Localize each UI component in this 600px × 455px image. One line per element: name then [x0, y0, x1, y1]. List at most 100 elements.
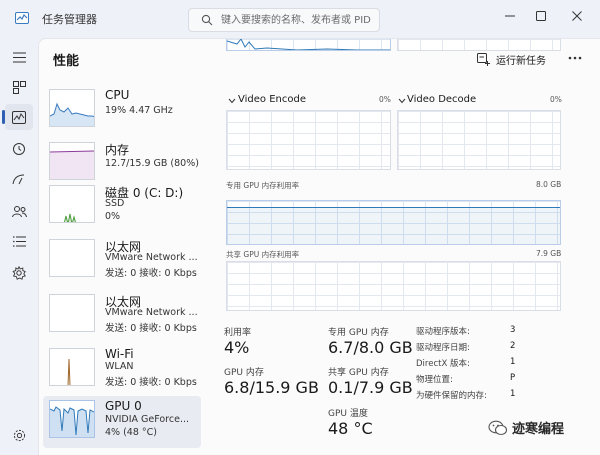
nav-performance[interactable] — [2, 104, 33, 130]
physical-location-value: P — [510, 373, 516, 383]
device-cpu[interactable]: CPU 19% 4.47 GHz — [43, 85, 201, 137]
device-throughput: 发送: 0 接收: 0 Kbps — [105, 377, 197, 388]
maximize-icon — [536, 11, 546, 21]
app-history-icon — [13, 143, 25, 155]
more-options-button[interactable] — [565, 49, 585, 67]
device-name: GPU 0 — [105, 399, 142, 413]
dedicated-memory-graph-label: 专用 GPU 内存利用率 — [226, 181, 300, 190]
device-gpu[interactable]: GPU 0 NVIDIA GeForce... 4% (48 °C) — [43, 396, 201, 448]
nav-app-history[interactable] — [5, 136, 33, 162]
device-detail: 12.7/15.9 GB (80%) — [105, 158, 199, 169]
dedicated-memory-label: 专用 GPU 内存 — [328, 328, 389, 338]
device-usage: 4% (48 °C) — [105, 427, 157, 438]
run-task-icon — [477, 52, 490, 66]
device-detail: SSD — [105, 198, 125, 209]
services-icon — [12, 266, 26, 280]
more-icon — [568, 56, 582, 60]
nav-processes[interactable] — [5, 74, 33, 100]
nav-details[interactable] — [5, 228, 33, 254]
shared-memory-value: 0.1/7.9 GB — [328, 378, 413, 397]
device-name: 内存 — [105, 143, 130, 157]
nav-services[interactable] — [5, 260, 33, 286]
physical-location-label: 物理位置: — [416, 375, 453, 385]
device-detail: WLAN — [105, 361, 134, 372]
wifi-thumbnail-graph — [49, 348, 95, 386]
device-name: CPU — [105, 88, 130, 102]
nav-menu-button[interactable] — [5, 44, 33, 70]
gpu-temperature-value: 48 °C — [328, 419, 373, 438]
device-name: Wi-Fi — [105, 347, 134, 361]
startup-icon — [12, 174, 25, 184]
gpu-thumbnail-graph — [49, 400, 95, 438]
device-wifi[interactable]: Wi-Fi WLAN 发送: 0 接收: 0 Kbps — [43, 344, 201, 396]
page-title: 性能 — [53, 54, 80, 69]
utilization-value: 4% — [224, 338, 250, 357]
run-new-task-label: 运行新任务 — [496, 55, 546, 67]
hardware-reserved-memory-label: 为硬件保留的内存: — [416, 391, 487, 401]
watermark: 迹寒编程 — [488, 418, 564, 437]
memory-thumbnail-graph — [49, 142, 95, 180]
close-icon — [572, 11, 582, 21]
chevron-down-icon[interactable] — [228, 98, 236, 104]
device-usage: 0% — [105, 211, 121, 222]
device-detail: NVIDIA GeForce... — [105, 414, 190, 425]
gpu-temperature-label: GPU 温度 — [328, 409, 368, 419]
driver-version-label: 驱动程序版本: — [416, 327, 470, 337]
engine-graph-top-left — [226, 39, 391, 51]
dedicated-memory-graph — [226, 200, 561, 245]
video-decode-graph — [397, 110, 561, 170]
window-title: 任务管理器 — [42, 13, 97, 26]
shared-memory-label: 共享 GPU 内存 — [328, 368, 389, 378]
performance-icon — [12, 110, 26, 124]
nav-startup[interactable] — [5, 166, 33, 192]
search-input[interactable] — [221, 12, 376, 29]
chevron-down-icon[interactable] — [398, 98, 406, 104]
search-icon — [201, 14, 213, 26]
directx-version-label: DirectX 版本: — [416, 359, 470, 369]
video-encode-label: Video Encode — [238, 94, 306, 105]
video-decode-value: 0% — [550, 95, 562, 104]
utilization-label: 利用率 — [224, 328, 252, 338]
shared-memory-graph — [226, 261, 561, 311]
video-encode-graph — [226, 110, 391, 170]
hardware-reserved-memory-value: 1 — [510, 389, 516, 399]
run-new-task-button[interactable]: 运行新任务 — [477, 48, 546, 70]
maximize-button[interactable] — [528, 6, 554, 26]
users-icon — [11, 205, 27, 217]
gpu-memory-value: 6.8/15.9 GB — [224, 378, 319, 397]
gpu-memory-label: GPU 内存 — [224, 368, 264, 378]
performance-panel: 性能 运行新任务 CPU 19% 4.47 GHz 内存 12.7/15.9 G… — [38, 38, 600, 455]
search-box[interactable] — [188, 8, 380, 32]
details-icon — [12, 235, 26, 247]
device-detail: VMware Network ... — [105, 252, 198, 263]
ethernet-thumbnail-graph — [49, 239, 95, 277]
device-ethernet-1[interactable]: 以太网 VMware Network ... 发送: 0 接收: 0 Kbps — [43, 235, 201, 287]
video-encode-value: 0% — [379, 95, 391, 104]
driver-version-value: 3 — [510, 325, 516, 335]
wechat-icon — [488, 420, 508, 435]
device-ethernet-2[interactable]: 以太网 VMware Network ... 发送: 0 接收: 0 Kbps — [43, 290, 201, 342]
ethernet-thumbnail-graph — [49, 294, 95, 332]
dedicated-memory-value: 6.7/8.0 GB — [328, 338, 413, 357]
hamburger-icon — [12, 52, 26, 62]
device-detail: 19% 4.47 GHz — [105, 105, 173, 116]
engine-graph-top-right — [397, 39, 561, 51]
task-manager-icon — [15, 12, 29, 24]
disk-thumbnail-graph — [49, 185, 95, 223]
close-button[interactable] — [564, 6, 590, 26]
shared-memory-graph-label: 共享 GPU 内存利用率 — [226, 250, 300, 259]
settings-icon — [13, 429, 25, 441]
device-disk[interactable]: 磁盘 0 (C: D:) SSD 0% — [43, 181, 201, 233]
driver-date-value: 2 — [510, 341, 516, 351]
device-throughput: 发送: 0 接收: 0 Kbps — [105, 268, 197, 279]
watermark-text: 迹寒编程 — [512, 422, 565, 437]
minimize-icon — [505, 15, 515, 17]
nav-settings[interactable] — [5, 422, 33, 448]
driver-date-label: 驱动程序日期: — [416, 343, 470, 353]
minimize-button[interactable] — [497, 6, 523, 26]
title-bar: 任务管理器 — [0, 0, 600, 38]
shared-memory-graph-max: 7.9 GB — [536, 249, 562, 258]
nav-users[interactable] — [5, 198, 33, 224]
processes-icon — [12, 80, 26, 94]
cpu-thumbnail-graph — [49, 89, 95, 127]
